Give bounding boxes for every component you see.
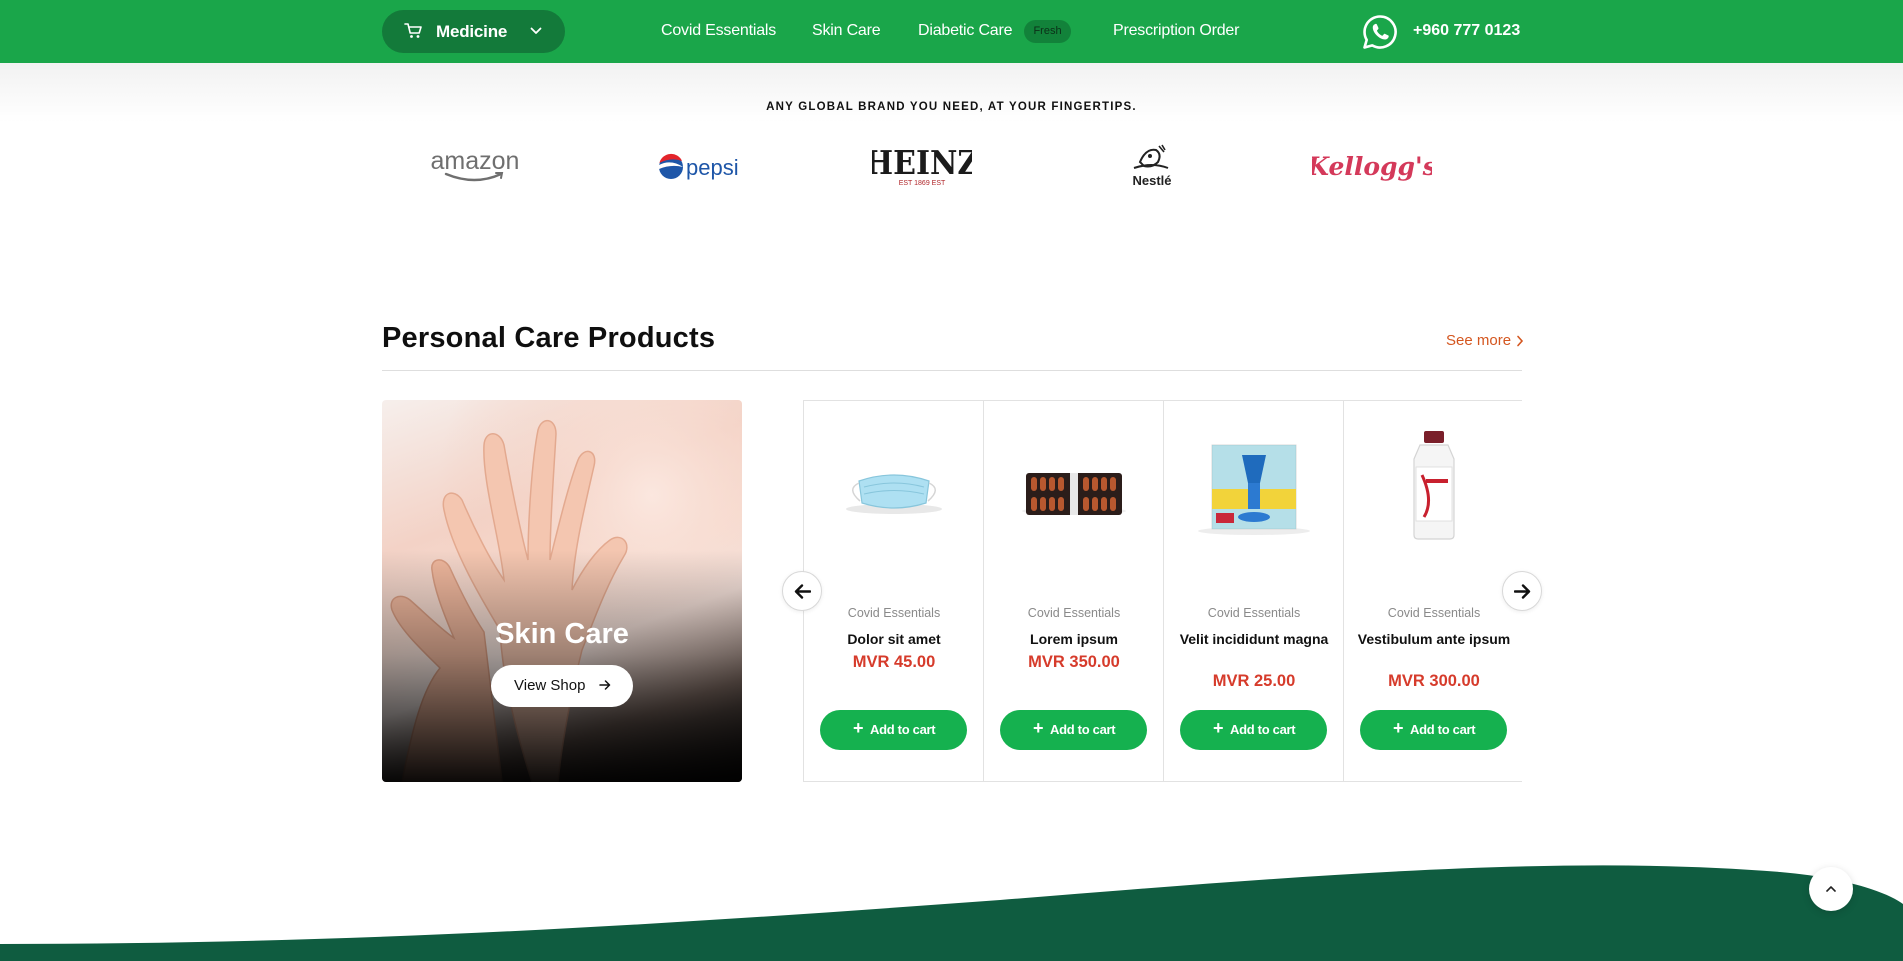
- view-shop-label: View Shop: [514, 677, 586, 694]
- plus-icon: +: [1213, 718, 1224, 738]
- product-name[interactable]: Lorem ipsum: [994, 630, 1154, 649]
- medicine-category-dropdown[interactable]: Medicine: [382, 10, 565, 53]
- svg-text:Nestlé: Nestlé: [1132, 173, 1171, 188]
- chevron-down-icon: [530, 27, 542, 34]
- banner-title: Skin Care: [495, 618, 629, 650]
- skin-care-banner[interactable]: Skin Care View Shop: [382, 400, 742, 782]
- add-to-cart-label: Add to cart: [1410, 722, 1476, 737]
- plus-icon: +: [1393, 718, 1404, 738]
- brand-logo-nestle[interactable]: Nestlé: [1122, 140, 1182, 190]
- nav-diabetic-care[interactable]: Diabetic Care: [918, 22, 1013, 40]
- product-carousel: Covid Essentials Dolor sit amet MVR 45.0…: [803, 400, 1522, 782]
- brand-logo-pepsi[interactable]: pepsi: [656, 140, 746, 190]
- arrow-left-icon: [794, 584, 811, 599]
- add-to-cart-label: Add to cart: [1230, 722, 1296, 737]
- product-name[interactable]: Velit incididunt magna: [1174, 630, 1334, 649]
- product-price: MVR 25.00: [1212, 672, 1296, 690]
- product-category: Covid Essentials: [847, 606, 941, 620]
- product-name[interactable]: Vestibulum ante ipsum: [1354, 630, 1514, 649]
- cart-icon: [404, 23, 422, 38]
- product-price: MVR 45.00: [852, 653, 936, 671]
- plus-icon: +: [853, 718, 864, 738]
- svg-text:HEINZ: HEINZ: [872, 144, 972, 183]
- add-to-cart-label: Add to cart: [1050, 722, 1116, 737]
- chevron-right-icon: [1517, 335, 1524, 347]
- svg-text:EST 1869 EST: EST 1869 EST: [899, 180, 946, 187]
- nav-skin-care[interactable]: Skin Care: [812, 22, 881, 40]
- add-to-cart-button[interactable]: + Add to cart: [1180, 710, 1327, 750]
- brand-logo-amazon[interactable]: amazon: [425, 140, 525, 190]
- whatsapp-icon[interactable]: [1361, 13, 1399, 51]
- capsule-strip-image: [1022, 473, 1126, 515]
- medicine-label: Medicine: [436, 22, 508, 41]
- product-name[interactable]: Dolor sit amet: [814, 630, 974, 649]
- add-to-cart-button[interactable]: + Add to cart: [820, 710, 967, 750]
- plus-icon: +: [1033, 718, 1044, 738]
- product-price: MVR 300.00: [1388, 672, 1480, 690]
- product-card[interactable]: Covid Essentials Dolor sit amet MVR 45.0…: [804, 401, 984, 781]
- svg-text:amazon: amazon: [431, 147, 520, 175]
- product-card[interactable]: Covid Essentials Lorem ipsum MVR 350.00 …: [984, 401, 1164, 781]
- section-title: Personal Care Products: [382, 322, 716, 354]
- nav-prescription-order[interactable]: Prescription Order: [1113, 22, 1239, 40]
- product-category: Covid Essentials: [1207, 606, 1301, 620]
- arrow-right-icon: [599, 680, 611, 690]
- carousel-next-button[interactable]: [1502, 571, 1542, 611]
- product-card[interactable]: Covid Essentials Velit incididunt magna …: [1164, 401, 1344, 781]
- svg-text:Kellogg's: Kellogg's: [1312, 152, 1432, 181]
- phone-number[interactable]: +960 777 0123: [1413, 22, 1520, 40]
- lotion-bottle-image: [1413, 431, 1455, 540]
- product-price: MVR 350.00: [1028, 653, 1120, 671]
- fresh-badge: Fresh: [1024, 20, 1071, 43]
- header-shadow: [0, 63, 1903, 123]
- section-divider: [382, 370, 1522, 371]
- chevron-up-icon: [1826, 886, 1836, 892]
- add-to-cart-label: Add to cart: [870, 722, 936, 737]
- see-more-link[interactable]: See more: [1446, 332, 1511, 349]
- face-mask-image: [846, 474, 942, 514]
- brand-logo-heinz[interactable]: HEINZ EST 1869 EST: [872, 140, 972, 190]
- vaporizer-box-image: [1198, 444, 1310, 535]
- product-card[interactable]: Covid Essentials Vestibulum ante ipsum M…: [1344, 401, 1522, 781]
- nav-covid-essentials[interactable]: Covid Essentials: [661, 22, 776, 40]
- product-category: Covid Essentials: [1387, 606, 1481, 620]
- product-category: Covid Essentials: [1027, 606, 1121, 620]
- top-navigation-bar: Medicine Covid Essentials Skin Care Diab…: [0, 0, 1903, 63]
- footer-wave: [0, 865, 1903, 961]
- scroll-to-top-button[interactable]: [1809, 867, 1853, 911]
- arrow-right-icon: [1514, 584, 1531, 599]
- brands-tagline: ANY GLOBAL BRAND YOU NEED, AT YOUR FINGE…: [766, 101, 1137, 113]
- carousel-prev-button[interactable]: [782, 571, 822, 611]
- add-to-cart-button[interactable]: + Add to cart: [1360, 710, 1507, 750]
- view-shop-button[interactable]: View Shop: [491, 665, 633, 707]
- svg-text:pepsi: pepsi: [686, 155, 739, 180]
- add-to-cart-button[interactable]: + Add to cart: [1000, 710, 1147, 750]
- brand-logo-kelloggs[interactable]: Kellogg's: [1312, 140, 1432, 190]
